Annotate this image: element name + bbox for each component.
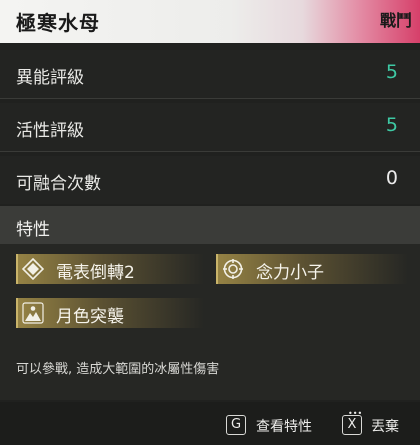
trait-chip-meter-reverse[interactable]: 電表倒轉2 <box>16 254 204 284</box>
trait-label: 電表倒轉2 <box>56 263 135 283</box>
view-traits-button[interactable]: 查看特性 <box>256 416 312 436</box>
action-footer: G 查看特性 ••• X 丟棄 <box>0 402 420 445</box>
divider <box>0 151 420 152</box>
traits-list: 電表倒轉2 念力小子 月色突襲 <box>0 244 420 340</box>
description-area: 可以參戰, 造成大範圍的冰屬性傷害 <box>0 340 420 400</box>
stat-row-ability-grade: 異能評級 5 <box>0 50 420 98</box>
key-g-icon: G <box>226 415 246 435</box>
discard-button[interactable]: 丟棄 <box>371 416 399 436</box>
item-category-tag: 戰鬥 <box>379 11 412 30</box>
target-gear-icon <box>223 259 243 279</box>
traits-section-header: 特性 <box>0 206 420 244</box>
trait-chip-moonlight-raid[interactable]: 月色突襲 <box>16 298 204 328</box>
stat-row-activity-grade: 活性評級 5 <box>0 103 420 151</box>
trait-label: 月色突襲 <box>56 307 124 327</box>
stat-label: 可融合次數 <box>16 174 101 194</box>
item-detail-panel: 極寒水母 戰鬥 異能評級 5 活性評級 5 可融合次數 0 特性 電表倒轉2 念… <box>0 0 420 445</box>
key-label: G <box>230 417 242 432</box>
trait-chip-psychic-kid[interactable]: 念力小子 <box>216 254 408 284</box>
item-title: 極寒水母 <box>16 11 100 35</box>
hold-indicator-icon: ••• <box>348 409 363 418</box>
stat-label: 異能評級 <box>16 68 84 88</box>
stat-value: 5 <box>385 61 398 83</box>
key-label: X <box>347 417 357 432</box>
mountain-figure-icon <box>22 302 44 324</box>
item-header: 極寒水母 戰鬥 <box>0 0 420 43</box>
trait-label: 念力小子 <box>256 263 324 283</box>
divider <box>0 98 420 99</box>
traits-heading: 特性 <box>16 220 50 240</box>
key-x-icon: ••• X <box>342 410 362 435</box>
stat-row-fusion-count: 可融合次數 0 <box>0 156 420 204</box>
stat-value: 5 <box>385 114 398 136</box>
item-description: 可以參戰, 造成大範圍的冰屬性傷害 <box>16 362 220 377</box>
stat-label: 活性評級 <box>16 121 84 141</box>
diamond-icon <box>22 258 44 280</box>
stat-value: 0 <box>385 167 398 189</box>
